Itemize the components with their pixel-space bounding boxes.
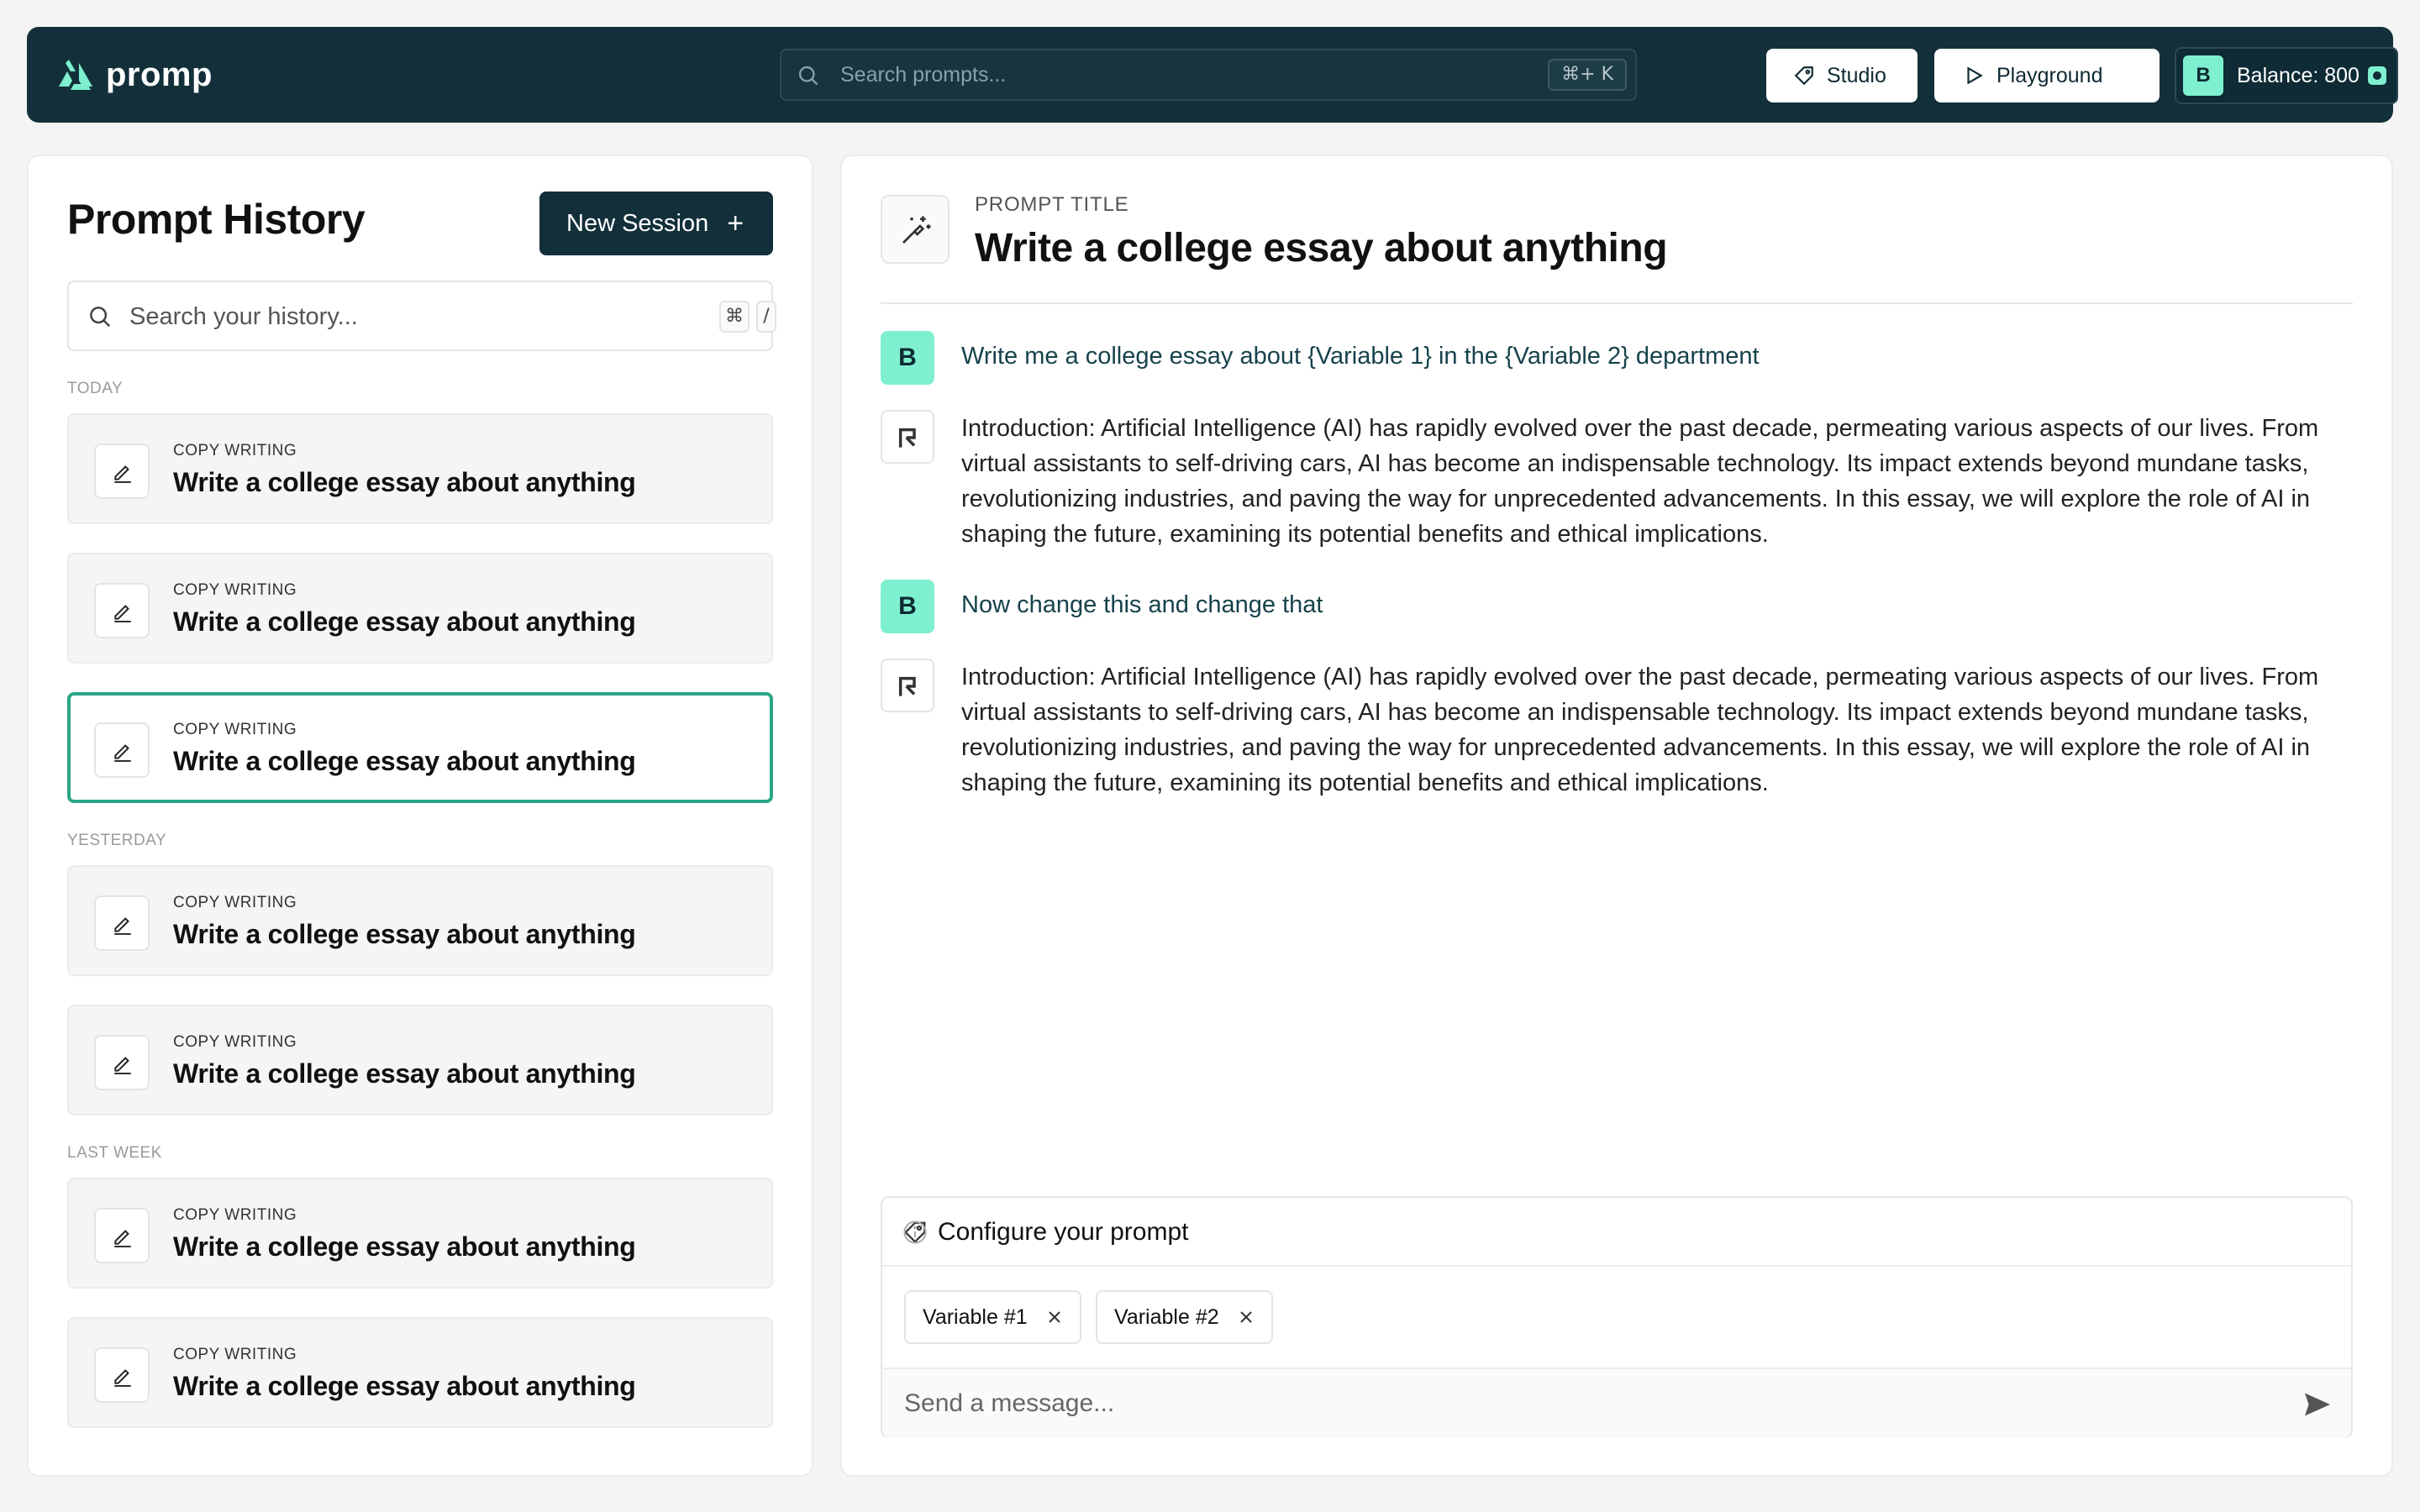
history-item[interactable]: COPY WRITING Write a college essay about… — [67, 1178, 773, 1289]
variable-label: Variable #2 — [1114, 1305, 1219, 1329]
item-title: Write a college essay about anything — [173, 1231, 636, 1262]
close-icon[interactable] — [1238, 1309, 1255, 1326]
magic-wand-icon — [902, 216, 931, 244]
variable-label: Variable #1 — [923, 1305, 1028, 1329]
assistant-avatar — [881, 659, 934, 712]
pencil-icon — [114, 605, 131, 622]
prompt-search-input[interactable]: Search prompts... ⌘+ K — [780, 49, 1637, 101]
history-item[interactable]: COPY WRITING Write a college essay about… — [67, 413, 773, 524]
command-key: ⌘ — [719, 301, 750, 333]
history-item[interactable]: COPY WRITING Write a college essay about… — [67, 553, 773, 664]
icon-box — [94, 722, 150, 778]
history-search-input[interactable]: Search your history... ⌘ / — [67, 281, 776, 351]
app-logo[interactable]: promp — [57, 54, 213, 96]
icon-box — [94, 444, 150, 499]
playground-button[interactable]: Playground — [1934, 49, 2160, 102]
configure-prompt-box: Configure your prompt Variable #1 Variab… — [881, 1196, 2353, 1438]
search-icon — [90, 307, 111, 328]
item-category: COPY WRITING — [173, 894, 297, 911]
history-search-placeholder: Search your history... — [129, 303, 358, 330]
pencil-icon — [114, 1057, 131, 1074]
item-title: Write a college essay about anything — [173, 919, 636, 949]
new-session-button[interactable]: New Session + — [539, 192, 773, 255]
playground-label: Playground — [1996, 63, 2103, 87]
item-category: COPY WRITING — [173, 1206, 297, 1224]
send-icon[interactable] — [2302, 1389, 2333, 1420]
icon-box — [94, 895, 150, 951]
panel-title: Prompt History — [67, 196, 366, 243]
avatar: B — [2183, 55, 2223, 96]
icon-box — [94, 1208, 150, 1263]
bot-logo-icon — [898, 428, 916, 448]
item-title: Write a college essay about anything — [173, 746, 636, 776]
pencil-icon — [114, 744, 131, 762]
configure-title: Configure your prompt — [938, 1218, 1189, 1246]
section-label-today: TODAY — [67, 380, 124, 397]
balance-widget[interactable]: B Balance: 800 — [2175, 47, 2398, 104]
search-placeholder: Search prompts... — [840, 63, 1007, 87]
item-title: Write a college essay about anything — [173, 1058, 636, 1089]
logo-icon — [59, 60, 92, 90]
prompt-title: Write a college essay about anything — [975, 226, 1668, 270]
search-shortcut: ⌘+ K — [1548, 59, 1627, 91]
icon-box — [94, 1347, 150, 1403]
message-placeholder: Send a message... — [904, 1389, 1115, 1417]
icon-box — [94, 1035, 150, 1090]
assistant-message: Introduction: Artificial Intelligence (A… — [961, 664, 2319, 796]
top-bar: promp Search prompts... ⌘+ K Studio Play… — [27, 27, 2398, 123]
icon-box — [94, 583, 150, 638]
user-avatar: B — [881, 331, 934, 385]
message-input[interactable]: Send a message... — [882, 1368, 2351, 1438]
pencil-icon — [114, 1230, 131, 1247]
play-icon — [1967, 66, 1983, 85]
prompt-history-panel: Prompt History New Session + Search your… — [27, 155, 813, 1477]
tag-icon — [1794, 66, 1813, 86]
user-avatar: B — [881, 580, 934, 633]
history-item[interactable]: COPY WRITING Write a college essay about… — [67, 865, 773, 976]
user-message: Now change this and change that — [961, 591, 1323, 618]
item-category: COPY WRITING — [173, 1346, 297, 1363]
divider — [881, 302, 2353, 304]
plus-icon: + — [727, 207, 744, 239]
history-item[interactable]: COPY WRITING Write a college essay about… — [67, 1005, 773, 1116]
assistant-message: Introduction: Artificial Intelligence (A… — [961, 415, 2319, 548]
user-message: Write me a college essay about {Variable… — [961, 343, 1760, 370]
item-category: COPY WRITING — [173, 721, 297, 738]
pencil-icon — [114, 465, 131, 483]
info-icon[interactable] — [902, 1220, 928, 1245]
balance-label: Balance: 800 — [2237, 64, 2360, 87]
item-category: COPY WRITING — [173, 1033, 297, 1051]
pencil-icon — [114, 917, 131, 935]
item-title: Write a college essay about anything — [173, 1371, 636, 1401]
bot-logo-icon — [898, 676, 916, 696]
coin-icon — [2368, 66, 2386, 85]
item-title: Write a college essay about anything — [173, 467, 636, 497]
item-title: Write a college essay about anything — [173, 606, 636, 637]
pencil-icon — [114, 1369, 131, 1387]
variable-chip[interactable]: Variable #2 — [1096, 1290, 1273, 1344]
close-icon[interactable] — [1046, 1309, 1063, 1326]
app-name: promp — [106, 55, 213, 93]
studio-button[interactable]: Studio — [1766, 49, 1918, 102]
history-item-active[interactable]: COPY WRITING Write a college essay about… — [67, 692, 773, 803]
prompt-icon-box — [881, 195, 950, 264]
prompt-detail-panel: PROMPT TITLE Write a college essay about… — [840, 155, 2393, 1477]
item-category: COPY WRITING — [173, 581, 297, 599]
section-label-last-week: LAST WEEK — [67, 1144, 162, 1162]
item-category: COPY WRITING — [173, 442, 297, 459]
slash-key: / — [756, 301, 776, 333]
assistant-avatar — [881, 410, 934, 464]
variable-chip[interactable]: Variable #1 — [904, 1290, 1081, 1344]
studio-label: Studio — [1827, 63, 1886, 87]
section-label-yesterday: YESTERDAY — [67, 832, 167, 849]
prompt-title-label: PROMPT TITLE — [975, 193, 1129, 216]
search-icon — [798, 66, 818, 86]
new-session-label: New Session — [566, 209, 709, 237]
history-item[interactable]: COPY WRITING Write a college essay about… — [67, 1317, 773, 1428]
configure-header[interactable]: Configure your prompt — [882, 1198, 2351, 1267]
